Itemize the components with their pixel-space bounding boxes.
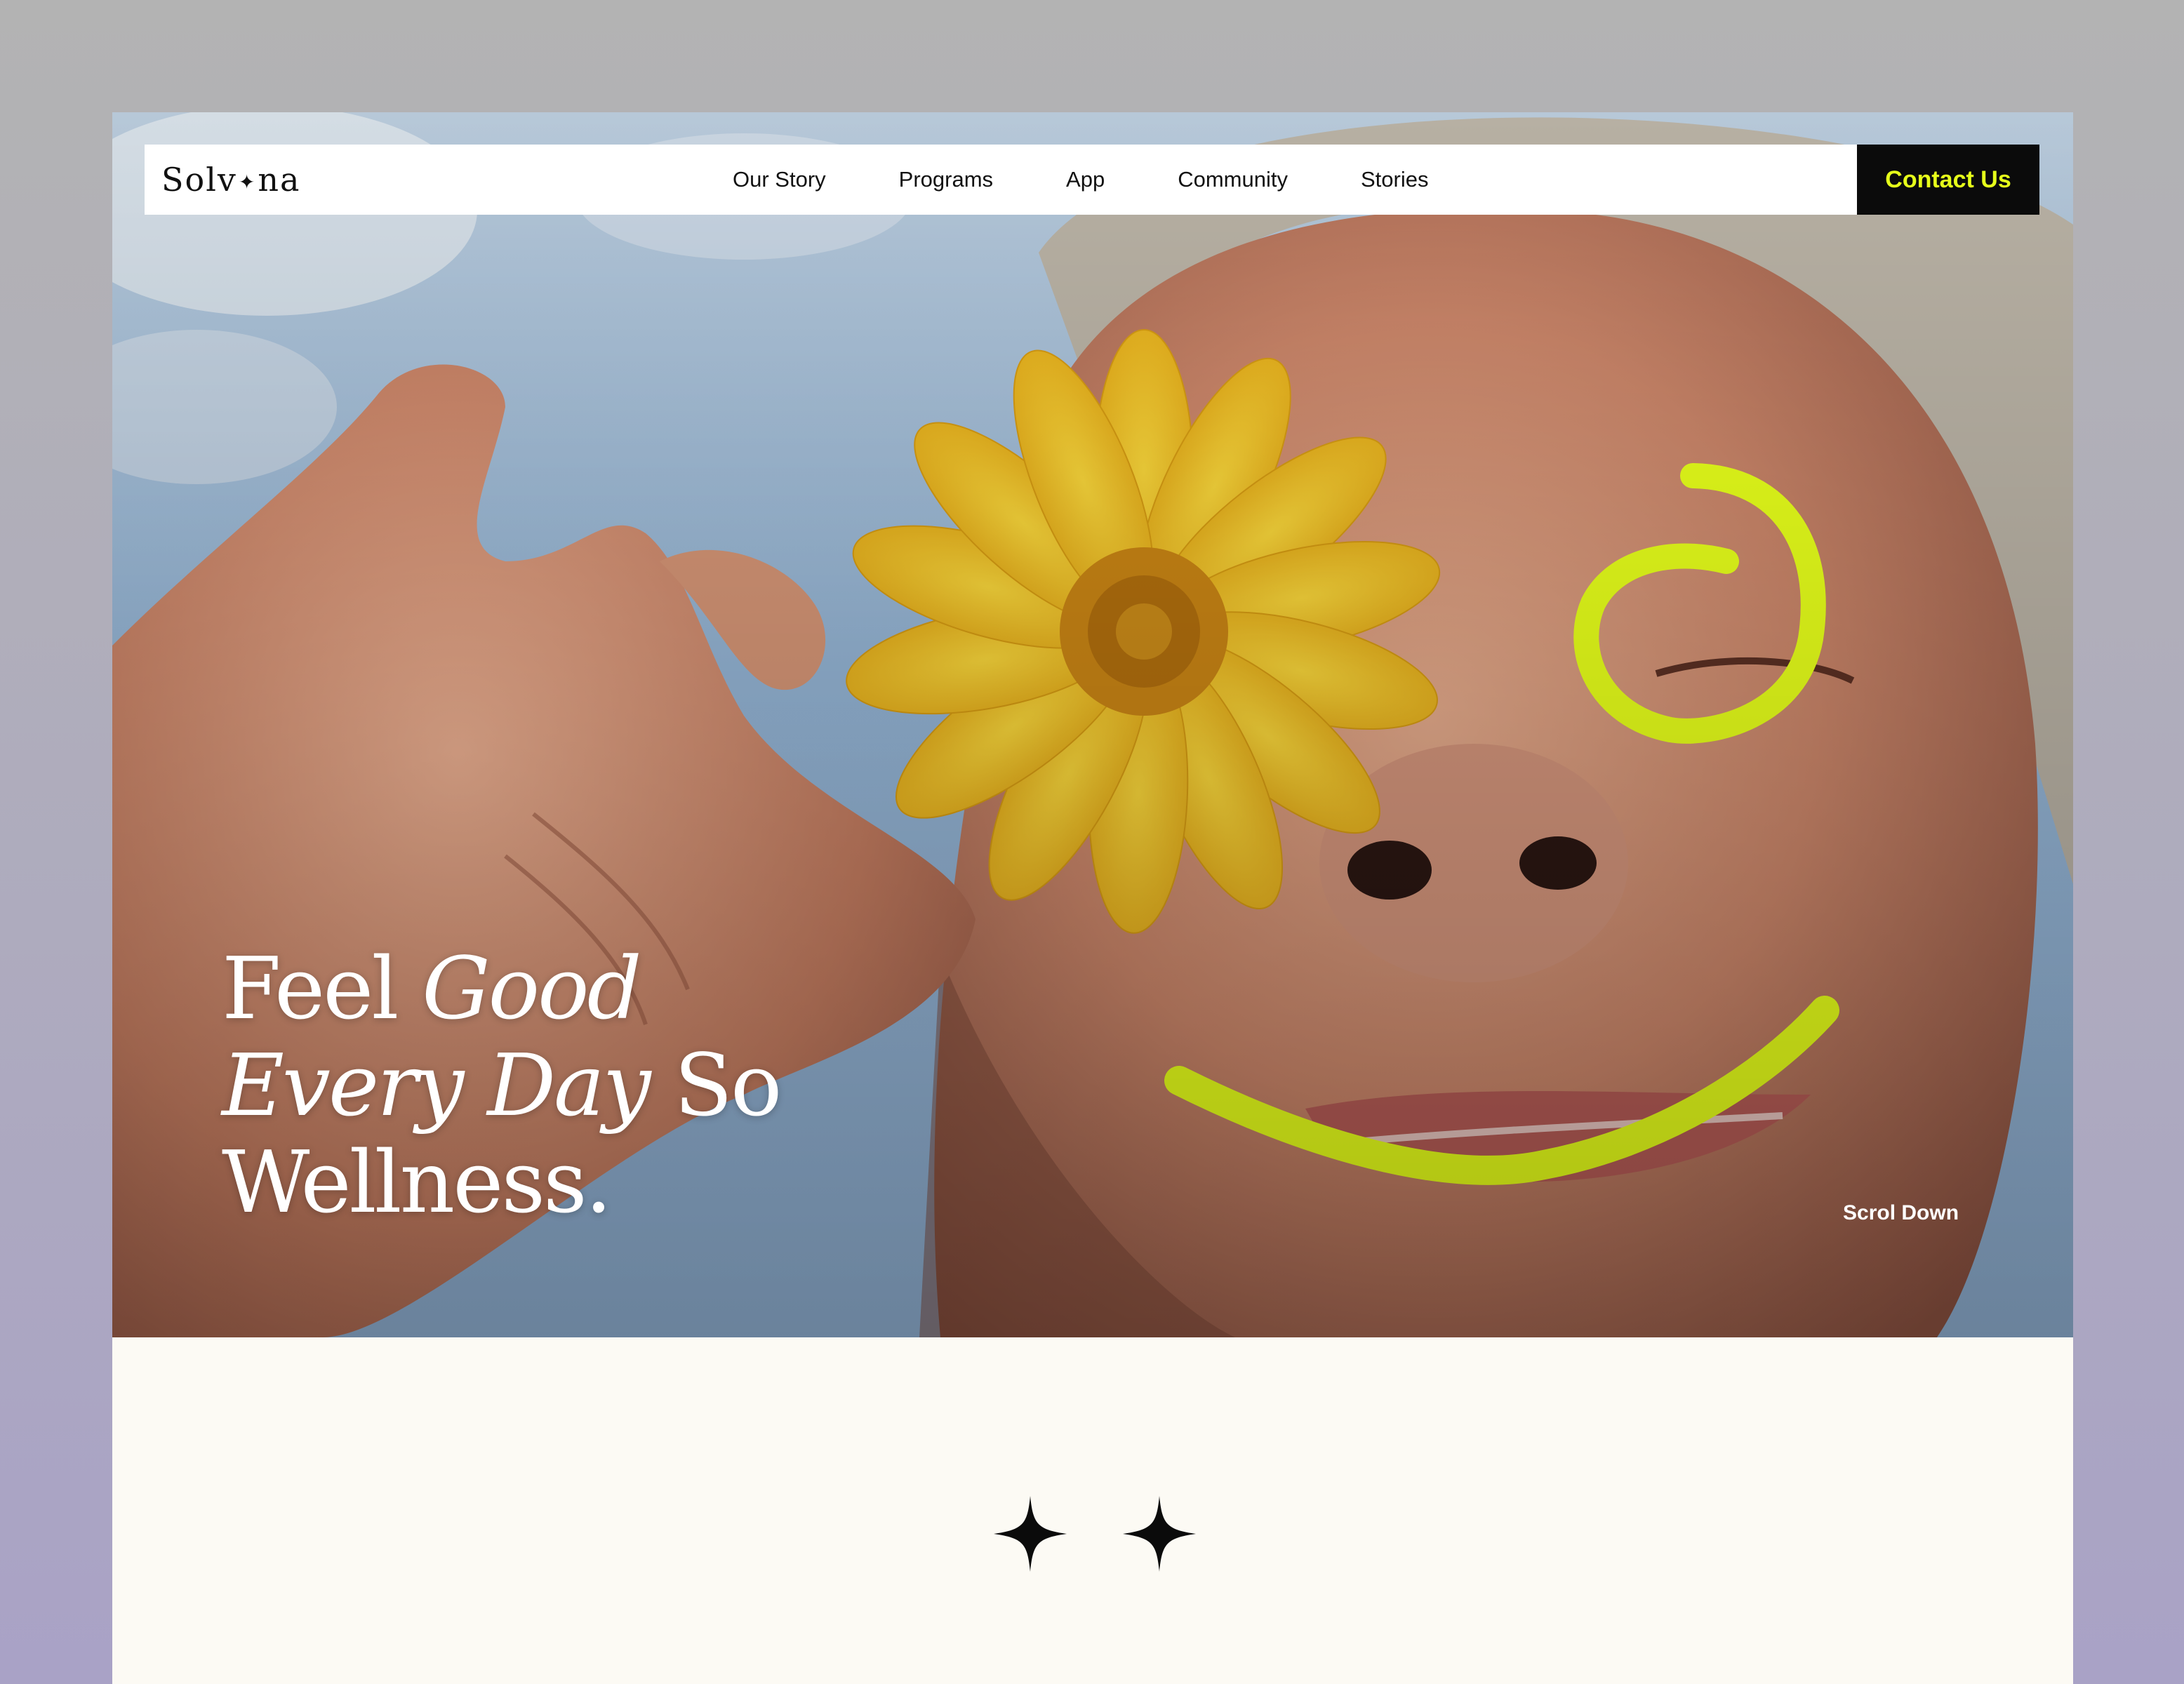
headline-good: Good bbox=[422, 939, 641, 1038]
headline-line-1: Feel Good bbox=[222, 940, 780, 1037]
headline-every-day: Every Day bbox=[222, 1036, 651, 1135]
headline-line-3: Wellness. bbox=[222, 1132, 612, 1232]
headline-feel: Feel bbox=[222, 939, 422, 1038]
nav-item-programs[interactable]: Programs bbox=[899, 167, 993, 192]
scroll-down-link[interactable]: Scrol Down bbox=[1843, 1201, 1959, 1225]
brand-logo[interactable]: Solv✦na bbox=[161, 159, 300, 203]
nav-item-community[interactable]: Community bbox=[1178, 167, 1288, 192]
logo-text-left: Solv bbox=[161, 161, 237, 199]
nav-item-app[interactable]: App bbox=[1066, 167, 1105, 192]
headline-so: So bbox=[648, 1036, 782, 1135]
nav-item-our-story[interactable]: Our Story bbox=[733, 167, 826, 192]
nav-item-stories[interactable]: Stories bbox=[1361, 167, 1428, 192]
contact-us-button[interactable]: Contact Us bbox=[1857, 145, 2039, 215]
logo-text-right: na bbox=[258, 161, 301, 199]
top-navigation: Solv✦na Our Story Programs App Community… bbox=[145, 145, 2039, 215]
landing-page: Solv✦na Our Story Programs App Community… bbox=[112, 112, 2073, 1684]
headline-line-2: Every Day So bbox=[222, 1036, 782, 1135]
sparkle-icon: ✦ bbox=[238, 171, 257, 194]
nav-menu: Our Story Programs App Community Stories bbox=[733, 145, 1501, 215]
decorative-sparkles bbox=[994, 1496, 1204, 1577]
four-point-star-icon bbox=[994, 1496, 1196, 1572]
hero-headline: Feel Good Every Day So Wellness. bbox=[222, 940, 782, 1232]
hero-section: Solv✦na Our Story Programs App Community… bbox=[112, 112, 2073, 1337]
